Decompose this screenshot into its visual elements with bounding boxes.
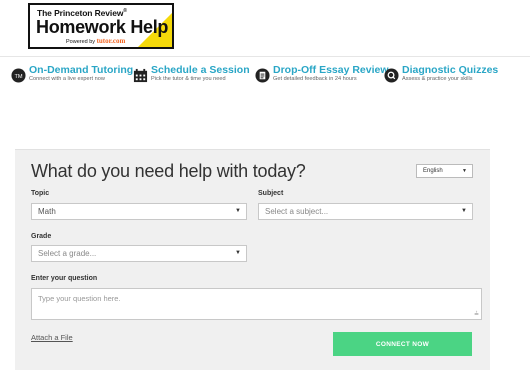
topic-label: Topic xyxy=(31,190,50,197)
question-label: Enter your question xyxy=(31,275,98,282)
language-select[interactable]: English ▼ xyxy=(416,164,473,178)
chevron-down-icon: ▼ xyxy=(235,208,241,214)
document-icon xyxy=(255,68,270,83)
grade-select[interactable]: Select a grade... ▼ xyxy=(31,245,247,262)
language-value: English xyxy=(423,168,443,174)
grade-label: Grade xyxy=(31,233,52,240)
chevron-down-icon: ▼ xyxy=(461,208,467,214)
feature-title: Schedule a Session xyxy=(151,64,250,76)
feature-title: On-Demand Tutoring xyxy=(29,64,134,76)
grade-placeholder: Select a grade... xyxy=(38,249,97,258)
feature-title: Diagnostic Quizzes xyxy=(402,64,499,76)
subject-placeholder: Select a subject... xyxy=(265,207,329,216)
feature-title: Drop-Off Essay Review xyxy=(273,64,389,76)
chevron-down-icon: ▼ xyxy=(235,250,241,256)
tutor-bubble-icon: TM xyxy=(11,68,26,83)
feature-subtitle: Pick the tutor & time you need xyxy=(151,76,226,82)
feature-subtitle: Assess & practice your skills xyxy=(402,76,473,82)
topic-value: Math xyxy=(38,207,56,216)
form-heading: What do you need help with today? xyxy=(31,161,306,181)
chevron-down-icon: ▼ xyxy=(462,168,467,174)
quiz-icon xyxy=(384,68,399,83)
svg-text:TM: TM xyxy=(14,74,22,80)
question-placeholder: Type your question here. xyxy=(38,294,121,303)
subject-label: Subject xyxy=(258,190,284,197)
topic-select[interactable]: Math ▼ xyxy=(31,203,247,220)
help-request-form: What do you need help with today? Englis… xyxy=(15,149,490,370)
calendar-icon xyxy=(133,68,148,83)
subject-select[interactable]: Select a subject... ▼ xyxy=(258,203,473,220)
resize-handle-icon[interactable]: ≟ xyxy=(474,311,479,318)
attach-file-link[interactable]: Attach a File xyxy=(31,333,73,342)
feature-subtitle: Get detailed feedback in 24 hours xyxy=(273,76,357,82)
question-input[interactable]: Type your question here. ≟ xyxy=(31,288,482,320)
princeton-review-logo[interactable]: The Princeton Review® Homework Help Powe… xyxy=(28,3,174,49)
logo-product: Homework Help xyxy=(36,17,169,37)
feature-subtitle: Connect with a live expert now xyxy=(29,76,105,82)
logo-powered-by: Powered by tutor.com xyxy=(66,37,126,45)
connect-now-button[interactable]: CONNECT NOW xyxy=(333,332,472,356)
header-divider xyxy=(0,56,530,57)
